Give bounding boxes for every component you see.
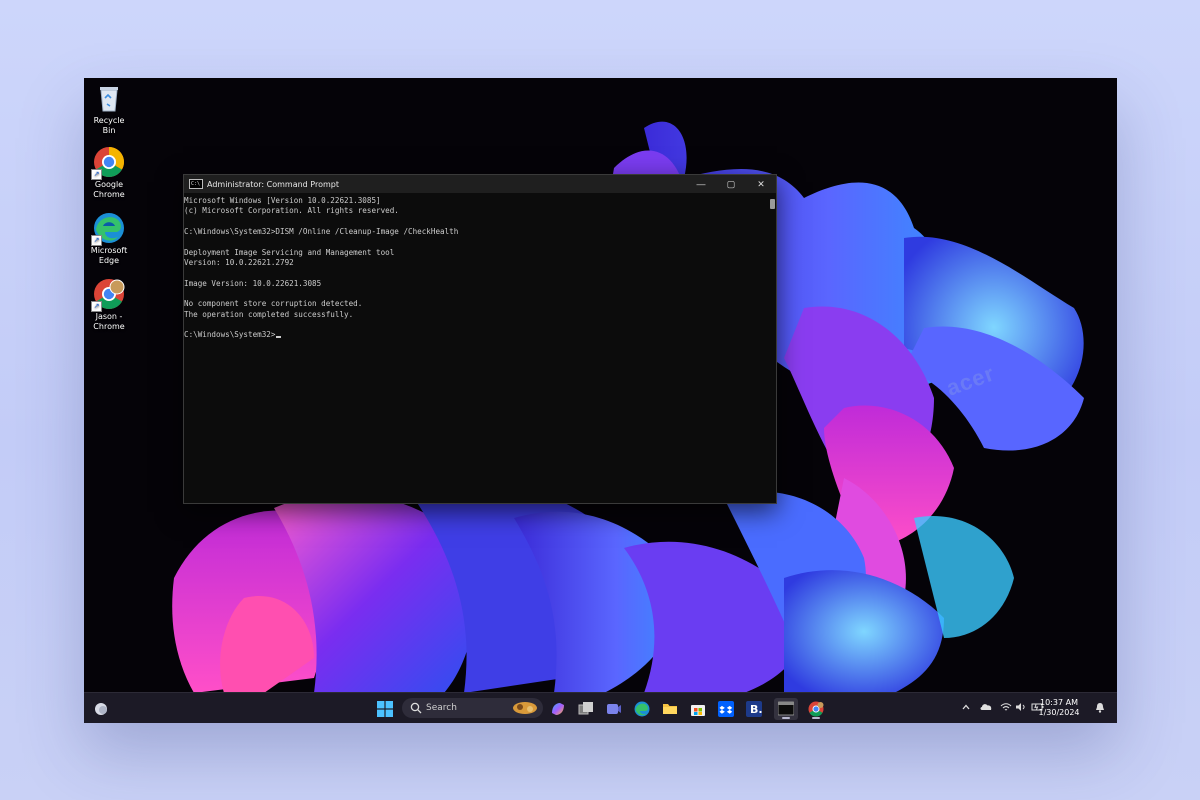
weather-icon <box>93 701 109 717</box>
search-highlight-icon <box>511 700 539 716</box>
window-title: Administrator: Command Prompt <box>207 180 339 189</box>
widgets-button[interactable] <box>90 698 112 720</box>
window-titlebar[interactable]: C:\ Administrator: Command Prompt — ▢ ✕ <box>184 175 776 193</box>
clock-time: 10:37 AM <box>1033 698 1085 708</box>
dropbox-button[interactable] <box>715 698 737 720</box>
b-app-button[interactable]: B. <box>743 698 765 720</box>
shortcut-arrow-icon: ↗ <box>91 301 102 312</box>
desktop-icon-label: Jason - Chrome <box>86 312 132 332</box>
maximize-button[interactable]: ▢ <box>716 175 746 193</box>
wifi-icon[interactable] <box>1000 702 1012 714</box>
cmd-app-icon: C:\ <box>189 179 203 189</box>
desktop-icon-jason-chrome[interactable]: ↗ Jason - Chrome <box>86 278 132 332</box>
taskbar-terminal-button[interactable] <box>774 698 798 720</box>
start-button[interactable] <box>374 698 396 720</box>
microsoft-store-button[interactable] <box>687 698 709 720</box>
b-app-icon: B. <box>746 701 762 717</box>
console-prompt-line[interactable]: C:\Windows\System32> <box>184 330 766 340</box>
dropbox-icon <box>718 701 734 717</box>
file-explorer-button[interactable] <box>659 698 681 720</box>
edge-icon <box>634 701 650 717</box>
active-indicator <box>812 717 820 719</box>
terminal-icon <box>778 701 794 717</box>
microsoft-store-icon <box>690 701 706 717</box>
volume-icon[interactable] <box>1015 702 1027 714</box>
chrome-profile-icon: ↗ <box>93 278 125 310</box>
windows-logo-icon <box>377 701 393 717</box>
console-line: Version: 10.0.22621.2792 <box>184 258 766 268</box>
desktop-icon-label: Google Chrome <box>86 180 132 200</box>
minimize-button[interactable]: — <box>686 175 716 193</box>
console-line: (c) Microsoft Corporation. All rights re… <box>184 206 766 216</box>
scrollbar-thumb[interactable] <box>770 199 775 209</box>
console-line: Microsoft Windows [Version 10.0.22621.30… <box>184 196 766 206</box>
chrome-icon <box>808 701 824 717</box>
teams-button[interactable] <box>603 698 625 720</box>
copilot-button[interactable] <box>547 698 569 720</box>
active-indicator <box>782 717 790 719</box>
desktop-icon-google-chrome[interactable]: ↗ Google Chrome <box>86 146 132 200</box>
console-line: The operation completed successfully. <box>184 310 766 320</box>
chevron-up-icon[interactable] <box>960 702 972 714</box>
search-icon <box>410 702 422 714</box>
recycle-bin-icon <box>93 82 125 114</box>
desktop-screen: acer Recycle Bin ↗ Google Chrome <box>84 78 1117 723</box>
onedrive-icon[interactable] <box>980 702 992 714</box>
desktop-icon-label: Microsoft Edge <box>86 246 132 266</box>
notification-bell-icon[interactable] <box>1094 702 1106 714</box>
console-line: Deployment Image Servicing and Managemen… <box>184 248 766 258</box>
edge-icon: ↗ <box>93 212 125 244</box>
console-line <box>184 289 766 299</box>
console-line: C:\Windows\System32>DISM /Online /Cleanu… <box>184 227 766 237</box>
taskbar: Search <box>84 692 1117 723</box>
desktop-icon-microsoft-edge[interactable]: ↗ Microsoft Edge <box>86 212 132 266</box>
file-explorer-icon <box>662 701 678 717</box>
window-controls: — ▢ ✕ <box>686 175 776 193</box>
taskbar-edge-button[interactable] <box>631 698 653 720</box>
shortcut-arrow-icon: ↗ <box>91 235 102 246</box>
console-line <box>184 268 766 278</box>
desktop-icon-recycle-bin[interactable]: Recycle Bin <box>86 82 132 136</box>
taskbar-search-box[interactable]: Search <box>402 698 543 718</box>
copilot-icon <box>550 701 566 717</box>
shortcut-arrow-icon: ↗ <box>91 169 102 180</box>
task-view-icon <box>578 701 594 717</box>
console-line: Image Version: 10.0.22621.3085 <box>184 279 766 289</box>
teams-icon <box>606 701 622 717</box>
chrome-icon: ↗ <box>93 146 125 178</box>
console-line <box>184 320 766 330</box>
console-prompt: C:\Windows\System32> <box>184 330 275 339</box>
desktop-icon-label: Recycle Bin <box>86 116 132 136</box>
console-line <box>184 217 766 227</box>
task-view-button[interactable] <box>575 698 597 720</box>
close-button[interactable]: ✕ <box>746 175 776 193</box>
search-placeholder: Search <box>426 703 457 713</box>
taskbar-chrome-button[interactable] <box>805 698 827 720</box>
text-cursor <box>276 336 281 338</box>
svg-text:B.: B. <box>750 703 762 716</box>
console-output[interactable]: Microsoft Windows [Version 10.0.22621.30… <box>184 194 766 503</box>
console-line <box>184 237 766 247</box>
command-prompt-window[interactable]: C:\ Administrator: Command Prompt — ▢ ✕ … <box>183 174 777 504</box>
console-line: No component store corruption detected. <box>184 299 766 309</box>
clock-date: 1/30/2024 <box>1033 708 1085 718</box>
taskbar-clock[interactable]: 10:37 AM 1/30/2024 <box>1033 698 1085 718</box>
